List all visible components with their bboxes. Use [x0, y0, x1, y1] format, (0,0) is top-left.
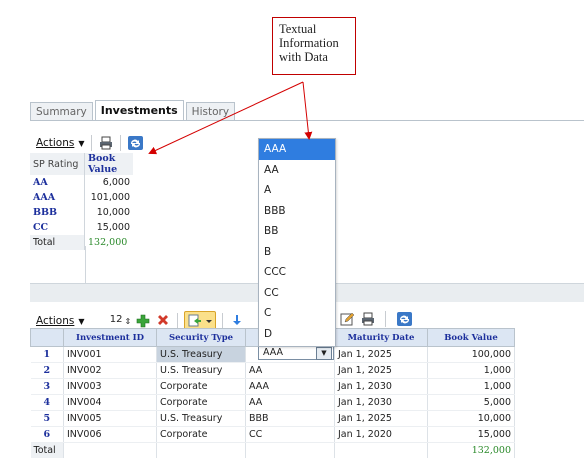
annotation-arrows [148, 81, 313, 155]
arrow-to-summary [148, 81, 304, 155]
arrow-to-dropdown [302, 81, 313, 140]
